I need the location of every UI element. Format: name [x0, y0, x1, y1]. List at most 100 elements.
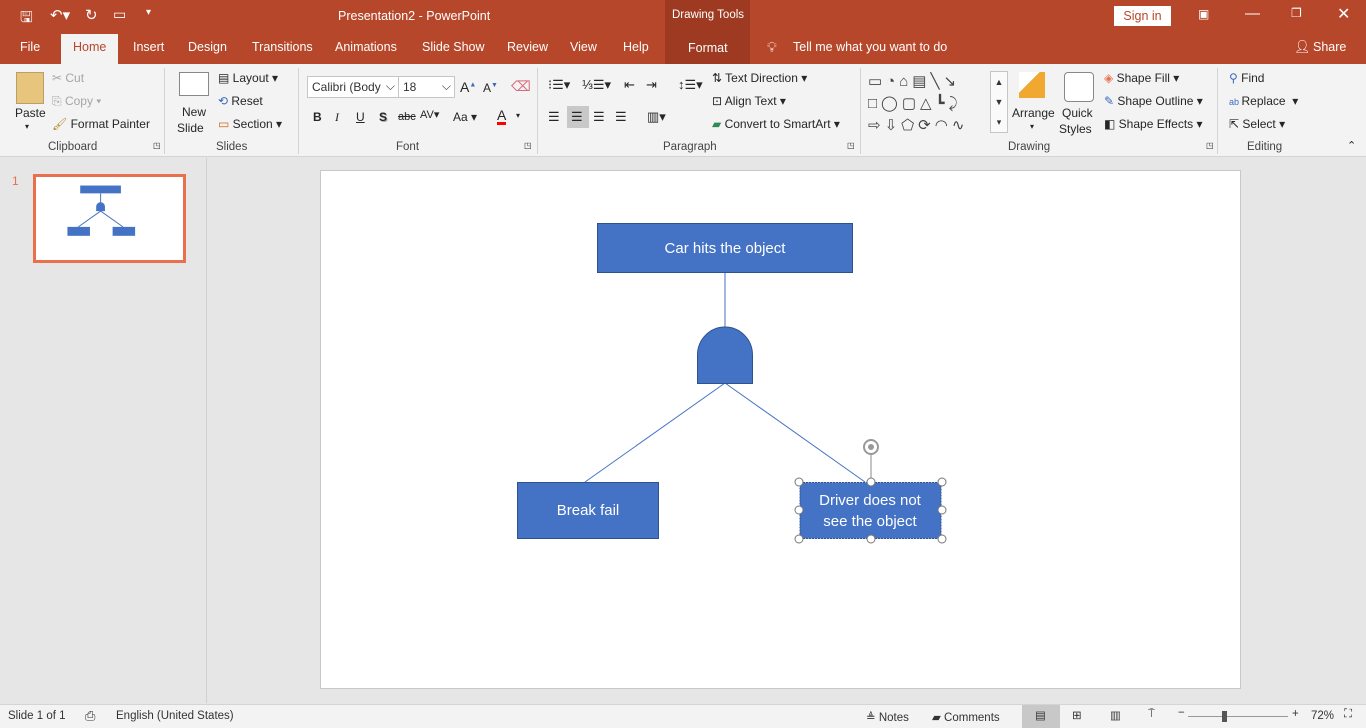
drawing-tools-context: Drawing Tools Format [665, 0, 750, 64]
customize-qat-icon[interactable]: ▾ [146, 7, 151, 18]
zoom-slider[interactable] [1188, 716, 1288, 717]
collapse-ribbon-icon[interactable]: ⌃ [1347, 139, 1356, 152]
minimize-icon[interactable]: — [1245, 5, 1260, 22]
paint-bucket-icon: ◈ [1104, 71, 1117, 85]
quick-styles-icon[interactable] [1064, 72, 1094, 102]
new-slide-icon[interactable] [179, 72, 209, 96]
clipboard-launcher-icon[interactable]: ◳ [153, 141, 161, 150]
tab-transitions[interactable]: Transitions [252, 40, 313, 54]
tab-home[interactable]: Home [61, 34, 119, 64]
justify-icon[interactable]: ☰ [615, 109, 627, 125]
window-title: Presentation2 - PowerPoint [338, 9, 491, 23]
tab-view[interactable]: View [570, 40, 597, 54]
font-size-combo[interactable]: 18 ⌵ [398, 76, 455, 98]
tab-insert[interactable]: Insert [133, 40, 164, 54]
undo-icon[interactable]: ↶▾ [50, 6, 70, 24]
paste-button[interactable]: Paste [15, 106, 46, 120]
line-spacing-icon[interactable]: ↕☰▾ [678, 77, 703, 93]
numbering-icon[interactable]: ⅓☰▾ [582, 77, 611, 93]
section-button[interactable]: ▭ Section ▾ [218, 117, 282, 131]
replace-button[interactable]: ab Replace ▾ [1229, 94, 1298, 108]
fit-to-window-icon[interactable]: ⛶ [1344, 708, 1352, 721]
tab-format[interactable]: Format [688, 41, 728, 55]
tab-design[interactable]: Design [188, 40, 227, 54]
arrange-button[interactable]: Arrange [1012, 106, 1055, 120]
tab-slide-show[interactable]: Slide Show [422, 40, 485, 54]
font-launcher-icon[interactable]: ◳ [524, 141, 532, 150]
normal-view-icon: ▤ [1035, 710, 1046, 722]
reading-view-icon[interactable]: ▥ [1110, 708, 1121, 722]
save-icon[interactable]: 🖫 [20, 7, 33, 32]
quick-styles-label[interactable]: Styles [1059, 122, 1092, 136]
underline-button[interactable]: U [356, 110, 365, 124]
slideshow-view-icon[interactable]: ⍑ [1148, 708, 1155, 721]
increase-indent-icon[interactable]: ⇥ [646, 77, 657, 93]
present-icon[interactable]: ▭ [113, 6, 126, 23]
zoom-slider-thumb[interactable] [1222, 711, 1227, 722]
grow-font-icon[interactable]: A▲ [460, 79, 476, 95]
shape-fill-button[interactable]: ◈ Shape Fill ▾ [1104, 71, 1179, 85]
paragraph-launcher-icon[interactable]: ◳ [847, 141, 855, 150]
columns-icon[interactable]: ▥▾ [647, 109, 666, 125]
restore-icon[interactable]: ❐ [1291, 6, 1302, 20]
character-spacing-button[interactable]: AV▾ [420, 108, 439, 121]
notes-button[interactable]: ≜ Notes [866, 710, 909, 724]
change-case-button[interactable]: Aa ▾ [453, 110, 477, 124]
tab-file[interactable]: File [20, 40, 40, 54]
comments-button[interactable]: ▰ Comments [932, 710, 1000, 724]
tab-help[interactable]: Help [623, 40, 649, 54]
shape-effects-button[interactable]: ◧ Shape Effects ▾ [1104, 117, 1203, 131]
strikethrough-button[interactable]: abc [398, 111, 416, 123]
align-text-button[interactable]: ⊡ Align Text ▾ [712, 94, 786, 108]
bullets-icon[interactable]: ⁝☰▾ [548, 77, 570, 93]
spelling-check-icon[interactable]: ⎙ [85, 708, 95, 724]
zoom-out-button[interactable]: − [1178, 707, 1185, 719]
language-status[interactable]: English (United States) [116, 710, 234, 722]
new-slide-button[interactable]: New [182, 105, 206, 119]
align-center-icon[interactable]: ☰ [567, 106, 589, 128]
tab-review[interactable]: Review [507, 40, 548, 54]
arrange-icon[interactable] [1019, 72, 1045, 98]
slide-canvas[interactable] [320, 170, 1241, 689]
shapes-gallery-scroll[interactable]: ▲ ▼ ▾ [990, 71, 1008, 133]
share-button[interactable]: Share [1313, 40, 1346, 54]
normal-view-button[interactable]: ▤ [1022, 705, 1060, 728]
shadow-button[interactable]: S [379, 110, 387, 124]
convert-smartart-button[interactable]: ▰ Convert to SmartArt ▾ [712, 117, 840, 131]
clear-formatting-icon[interactable]: ⌫ [511, 78, 531, 95]
font-name-combo[interactable]: Calibri (Body ⌵ [307, 76, 399, 98]
slide-sorter-icon[interactable]: ⊞ [1072, 708, 1082, 722]
slide-thumbnail[interactable] [33, 174, 186, 263]
reset-button[interactable]: ⟲ Reset [218, 94, 263, 108]
select-button[interactable]: ⇱ Select ▾ [1229, 117, 1285, 131]
italic-button[interactable]: I [335, 110, 339, 125]
tell-me-search[interactable]: Tell me what you want to do [793, 40, 947, 54]
text-direction-button[interactable]: ⇅ Text Direction ▾ [712, 71, 807, 85]
paste-icon[interactable] [16, 72, 44, 104]
copy-button: ⎘ Copy ▾ [52, 94, 102, 108]
comment-icon: ▰ [932, 712, 945, 724]
shrink-font-icon[interactable]: A▼ [483, 81, 498, 95]
font-color-button[interactable]: A [497, 108, 507, 125]
shape-outline-button[interactable]: ✎ Shape Outline ▾ [1104, 94, 1203, 108]
format-painter-button[interactable]: 🖌︎ Format Painter [52, 117, 150, 131]
align-left-icon[interactable]: ☰ [548, 109, 560, 125]
layout-button[interactable]: ▤ Layout ▾ [218, 71, 278, 85]
quick-styles-button[interactable]: Quick [1062, 106, 1093, 120]
redo-icon[interactable]: ↻ [85, 6, 98, 24]
drawing-launcher-icon[interactable]: ◳ [1206, 141, 1214, 150]
zoom-in-button[interactable]: + [1292, 708, 1299, 720]
new-slide-label[interactable]: Slide [177, 121, 204, 135]
ribbon-display-icon[interactable]: ▣ [1198, 7, 1209, 21]
shapes-gallery[interactable]: ▭◔⌂▤╲↘ □◯▢△┗⤸ ⇨⇩⬠⟳◠∿ [868, 71, 1008, 134]
decrease-indent-icon[interactable]: ⇤ [624, 77, 635, 93]
bold-button[interactable]: B [313, 110, 322, 124]
zoom-level[interactable]: 72% [1311, 710, 1334, 722]
reset-icon: ⟲ [218, 94, 232, 108]
shape-effects-icon: ◧ [1104, 117, 1119, 131]
tab-animations[interactable]: Animations [335, 40, 397, 54]
close-icon[interactable]: ✕ [1337, 4, 1350, 24]
find-button[interactable]: ⚲ Find [1229, 71, 1264, 85]
align-right-icon[interactable]: ☰ [593, 109, 605, 125]
sign-in-button[interactable]: Sign in [1114, 6, 1171, 26]
